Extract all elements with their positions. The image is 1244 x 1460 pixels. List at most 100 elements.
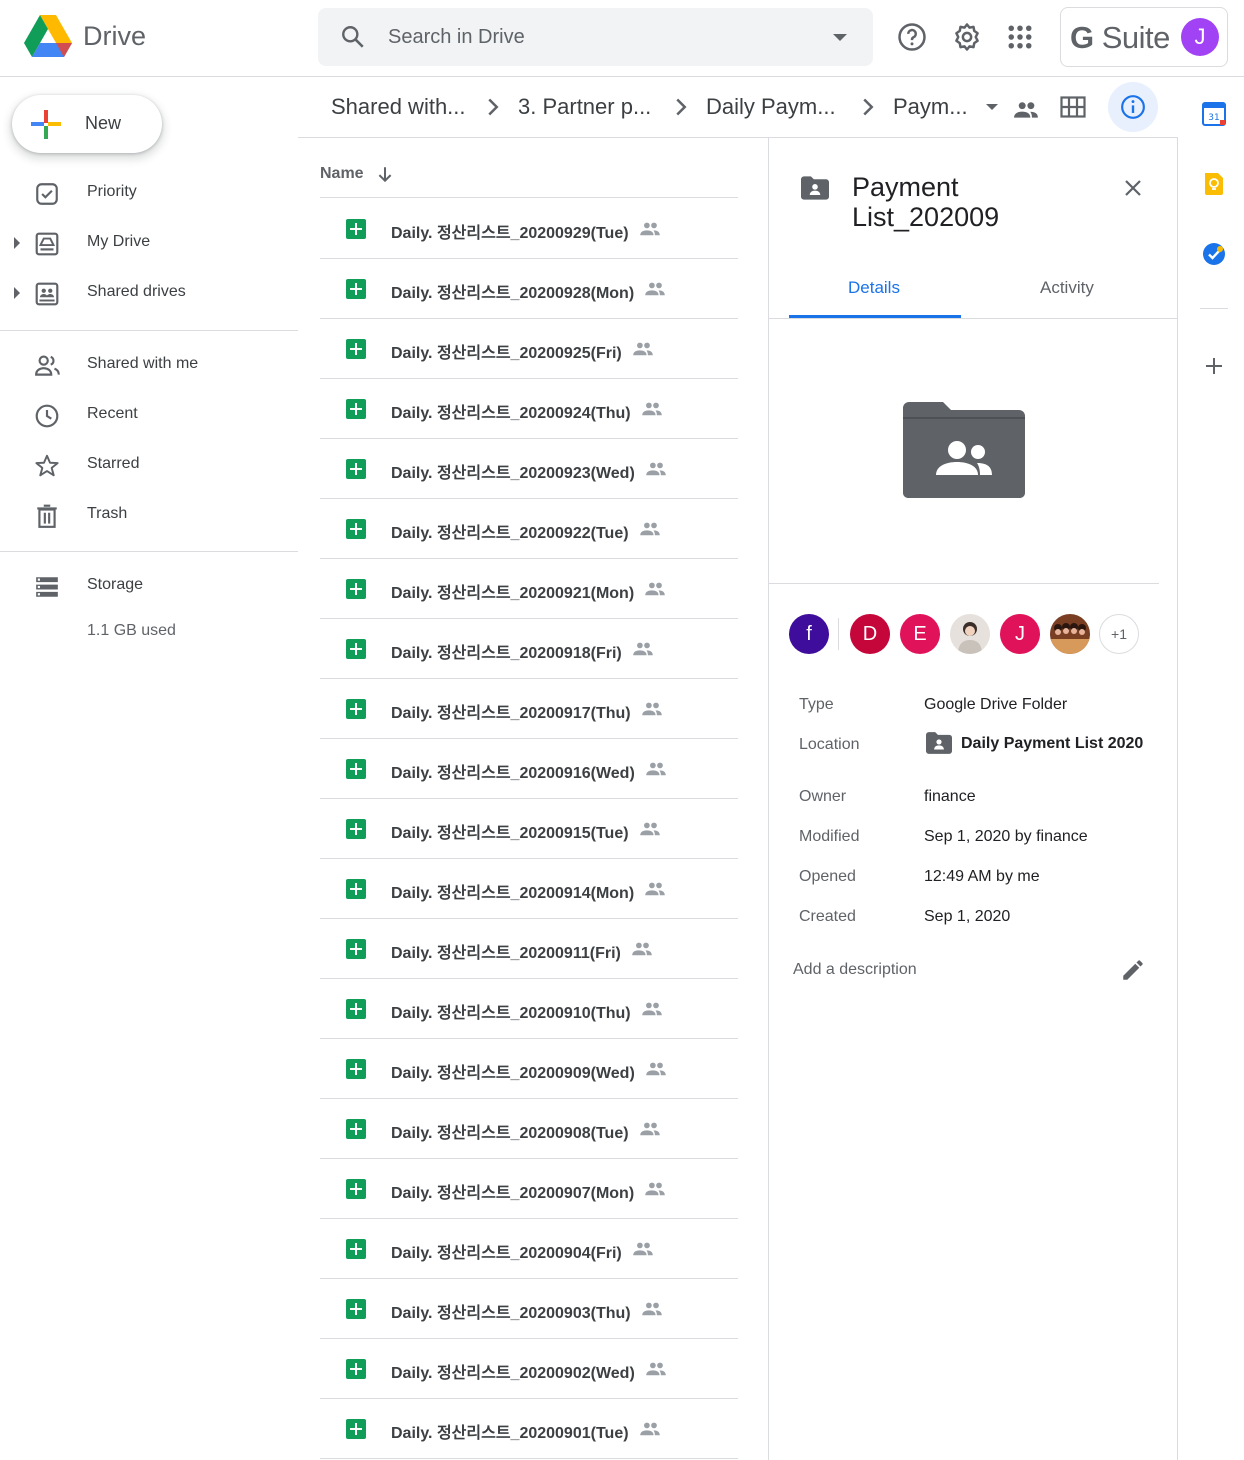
modified-label: Modified	[799, 828, 860, 845]
avatar[interactable]: D	[850, 614, 890, 654]
folder-menu-dropdown-icon[interactable]	[986, 104, 998, 110]
grid-view-icon[interactable]	[1060, 96, 1086, 118]
svg-text:31: 31	[1208, 113, 1219, 123]
keep-icon[interactable]	[1202, 172, 1226, 196]
breadcrumb-current[interactable]: Paym...	[893, 94, 968, 120]
shared-with-me-icon	[35, 355, 60, 376]
file-name: Daily. 정산리스트_20200921(Mon)	[391, 585, 635, 602]
close-icon[interactable]	[1121, 176, 1145, 200]
sidebar-item-my-drive[interactable]: My Drive	[0, 221, 298, 265]
file-name: Daily. 정산리스트_20200914(Mon)	[391, 885, 635, 902]
google-sheets-icon	[346, 339, 366, 359]
avatar-photo[interactable]	[950, 614, 990, 654]
calendar-icon[interactable]: 31	[1202, 102, 1226, 126]
tab-details[interactable]: Details	[848, 278, 900, 298]
apps-grid-icon[interactable]	[1005, 22, 1035, 52]
file-row[interactable]: Daily. 정산리스트_20200929(Tue)	[320, 199, 738, 259]
sidebar-item-label: Trash	[87, 505, 128, 522]
google-sheets-icon	[346, 1059, 366, 1079]
settings-gear-icon[interactable]	[952, 22, 982, 52]
shared-drives-icon	[35, 282, 59, 306]
file-row[interactable]: Daily. 정산리스트_20200924(Thu)	[320, 379, 738, 439]
google-sheets-icon	[346, 579, 366, 599]
tasks-icon[interactable]	[1202, 242, 1226, 266]
add-description-field[interactable]: Add a description	[793, 961, 917, 979]
file-row[interactable]: Daily. 정산리스트_20200910(Thu)	[320, 979, 738, 1039]
file-name: Daily. 정산리스트_20200928(Mon)	[391, 285, 635, 302]
sidebar-item-priority[interactable]: Priority	[0, 171, 298, 215]
more-people-badge[interactable]: +1	[1099, 614, 1139, 654]
file-name: Daily. 정산리스트_20200902(Wed)	[391, 1365, 635, 1382]
file-row[interactable]: Daily. 정산리스트_20200907(Mon)	[320, 1159, 738, 1219]
sidebar-item-starred[interactable]: Starred	[0, 443, 298, 487]
file-name: Daily. 정산리스트_20200910(Thu)	[391, 1005, 631, 1022]
sidebar-item-label: Storage	[87, 576, 144, 593]
drive-logo-icon[interactable]	[24, 14, 72, 58]
file-row[interactable]: Daily. 정산리스트_20200915(Tue)	[320, 799, 738, 859]
file-row[interactable]: Daily. 정산리스트_20200909(Wed)	[320, 1039, 738, 1099]
people-with-access[interactable]: f D E J +1	[789, 614, 1159, 656]
file-row[interactable]: Daily. 정산리스트_20200901(Tue)	[320, 1399, 738, 1459]
google-sheets-icon	[346, 279, 366, 299]
search-input[interactable]	[388, 21, 808, 53]
google-sheets-icon	[346, 219, 366, 239]
file-row[interactable]: Daily. 정산리스트_20200917(Thu)	[320, 679, 738, 739]
add-addon-plus-icon[interactable]	[1202, 354, 1226, 378]
expand-caret-icon[interactable]	[14, 287, 20, 299]
details-divider	[769, 583, 1159, 584]
search-options-dropdown-icon[interactable]	[833, 34, 847, 41]
chevron-right-icon	[488, 98, 499, 116]
shared-people-icon	[645, 282, 665, 296]
google-sheets-icon	[346, 819, 366, 839]
expand-caret-icon[interactable]	[14, 237, 20, 249]
file-row[interactable]: Daily. 정산리스트_20200914(Mon)	[320, 859, 738, 919]
file-row[interactable]: Daily. 정산리스트_20200903(Thu)	[320, 1279, 738, 1339]
tab-activity[interactable]: Activity	[1040, 278, 1094, 298]
file-row[interactable]: Daily. 정산리스트_20200923(Wed)	[320, 439, 738, 499]
help-icon[interactable]	[897, 22, 927, 52]
file-name: Daily. 정산리스트_20200915(Tue)	[391, 825, 629, 842]
account-avatar[interactable]: J	[1181, 18, 1219, 56]
breadcrumb-item[interactable]: Shared with...	[331, 94, 466, 120]
sidebar-item-storage[interactable]: Storage	[0, 564, 298, 608]
google-sheets-icon	[346, 759, 366, 779]
file-row[interactable]: Daily. 정산리스트_20200902(Wed)	[320, 1339, 738, 1399]
file-row[interactable]: Daily. 정산리스트_20200925(Fri)	[320, 319, 738, 379]
breadcrumb-item[interactable]: Daily Paym...	[706, 94, 836, 120]
view-details-button[interactable]	[1108, 82, 1158, 132]
google-sheets-icon	[346, 879, 366, 899]
file-row[interactable]: Daily. 정산리스트_20200921(Mon)	[320, 559, 738, 619]
file-row[interactable]: Daily. 정산리스트_20200928(Mon)	[320, 259, 738, 319]
file-row[interactable]: Daily. 정산리스트_20200918(Fri)	[320, 619, 738, 679]
file-row[interactable]: Daily. 정산리스트_20200908(Tue)	[320, 1099, 738, 1159]
avatar[interactable]: f	[789, 614, 829, 654]
new-button[interactable]: New	[12, 95, 162, 153]
sidebar-item-recent[interactable]: Recent	[0, 393, 298, 437]
location-link[interactable]: Daily Payment List 2020	[926, 732, 1143, 756]
shared-folder-people-icon[interactable]	[1013, 100, 1039, 120]
avatar[interactable]: E	[900, 614, 940, 654]
edit-pencil-icon[interactable]	[1120, 957, 1146, 983]
avatar[interactable]: J	[1000, 614, 1040, 654]
sidebar-item-shared-drives[interactable]: Shared drives	[0, 271, 298, 315]
avatar-photo[interactable]	[1050, 614, 1090, 654]
account-switcher[interactable]: G Suite J	[1060, 7, 1228, 67]
file-row[interactable]: Daily. 정산리스트_20200904(Fri)	[320, 1219, 738, 1279]
created-value: Sep 1, 2020	[924, 908, 1011, 925]
file-row[interactable]: Daily. 정산리스트_20200911(Fri)	[320, 919, 738, 979]
chevron-right-icon	[863, 98, 874, 116]
location-label: Location	[799, 736, 860, 753]
sidebar-item-trash[interactable]: Trash	[0, 493, 298, 537]
file-row[interactable]: Daily. 정산리스트_20200922(Tue)	[320, 499, 738, 559]
shared-people-icon	[645, 882, 665, 896]
app-name[interactable]: Drive	[83, 21, 146, 52]
location-value: Daily Payment List 2020	[961, 735, 1144, 752]
file-row[interactable]: Daily. 정산리스트_20200916(Wed)	[320, 739, 738, 799]
sidebar-item-shared-with-me[interactable]: Shared with me	[0, 343, 298, 387]
sort-arrow-down-icon[interactable]	[376, 165, 394, 183]
column-name-header[interactable]: Name	[320, 165, 364, 183]
search-bar[interactable]	[318, 8, 873, 66]
file-name: Daily. 정산리스트_20200917(Thu)	[391, 705, 631, 722]
breadcrumb-item[interactable]: 3. Partner p...	[518, 94, 651, 120]
search-icon[interactable]	[340, 24, 366, 50]
